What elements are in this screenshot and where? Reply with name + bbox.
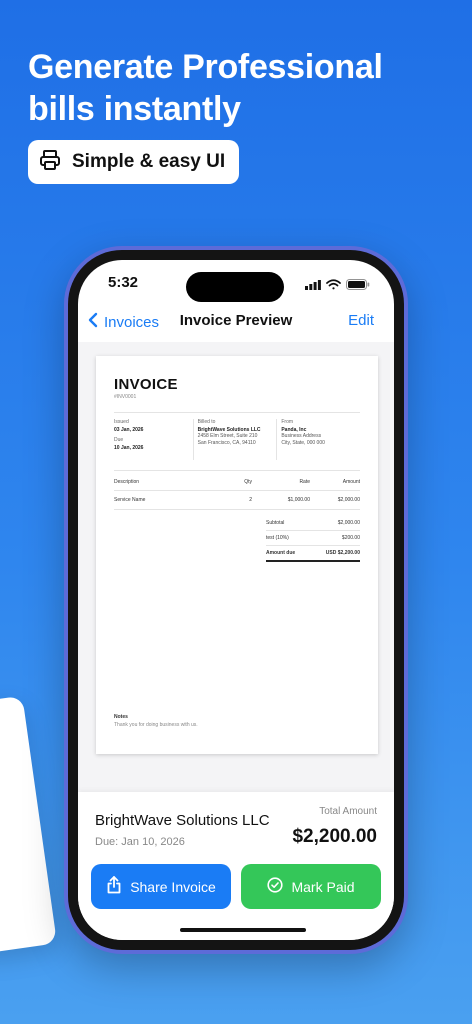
wifi-icon [326, 277, 341, 295]
items-header: Description Qty Rate Amount [114, 470, 360, 491]
feature-pill: Simple & easy UI [28, 140, 240, 184]
invoice-number: #INV0001 [114, 394, 137, 400]
navigation-bar: Invoices Invoice Preview Edit [78, 308, 394, 338]
col-qty: Qty [244, 479, 252, 485]
subtotal-value: $2,000.00 [337, 520, 360, 526]
battery-icon [346, 277, 370, 295]
decorative-card [0, 695, 58, 955]
client-name: BrightWave Solutions LLC [95, 812, 270, 829]
billed-to-address-2: San Francisco, CA, 94110 [197, 439, 256, 446]
item-description: Service Name [114, 497, 146, 503]
invoice-dates: Issued 03 Jan, 2026 Due 10 Jan, 2026 [114, 419, 193, 460]
invoice-document: INVOICE #INV0001 Issued 03 Jan, 2026 Due… [96, 356, 378, 754]
dynamic-island [186, 272, 284, 302]
col-rate: Rate [299, 479, 310, 485]
invoice-totals: Subtotal $2,000.00 test (10%) $200.00 Am… [266, 516, 360, 562]
amount-due-value: USD $2,200.00 [325, 550, 360, 556]
from-address-2: City, State, 000 000 [281, 439, 325, 446]
item-qty: 2 [249, 497, 252, 503]
due-label: Due [114, 437, 124, 443]
notes-label: Notes [114, 714, 128, 720]
item-rate: $1,000.00 [287, 497, 310, 503]
amount-due-label: Amount due [266, 550, 296, 556]
invoice-meta: Issued 03 Jan, 2026 Due 10 Jan, 2026 Bil… [114, 412, 360, 460]
billed-to-label: Billed to [197, 419, 216, 425]
mark-paid-button[interactable]: Mark Paid [241, 864, 381, 909]
total-amount: $2,200.00 [292, 826, 377, 847]
invoice-preview-area[interactable]: INVOICE #INV0001 Issued 03 Jan, 2026 Due… [78, 342, 394, 792]
invoice-summary-sheet: BrightWave Solutions LLC Due: Jan 10, 20… [78, 792, 394, 940]
tax-value: $200.00 [341, 535, 360, 541]
share-invoice-label: Share Invoice [130, 878, 216, 895]
check-circle-icon [267, 877, 284, 896]
invoice-notes: Notes Thank you for doing business with … [114, 714, 198, 728]
share-invoice-button[interactable]: Share Invoice [91, 864, 231, 909]
amount-due-row: Amount due USD $2,200.00 [266, 546, 360, 562]
phone-screen: 5:32 Invoices Invoice Preview Edit INVOI… [78, 260, 394, 940]
from-label: From [281, 419, 294, 425]
mark-paid-label: Mark Paid [291, 878, 355, 895]
edit-button[interactable]: Edit [348, 312, 374, 329]
tax-row: test (10%) $200.00 [266, 531, 360, 546]
home-indicator[interactable] [180, 928, 306, 932]
feature-pill-label: Simple & easy UI [72, 151, 226, 172]
share-icon [106, 876, 122, 897]
tax-label: test (10%) [266, 535, 289, 541]
item-amount: $2,000.00 [337, 497, 360, 503]
printer-icon [38, 148, 62, 177]
total-label: Total Amount [319, 806, 377, 817]
due-text: Due: Jan 10, 2026 [95, 836, 185, 848]
promo-headline: Generate Professional bills instantly [28, 48, 383, 128]
table-row: Service Name 2 $1,000.00 $2,000.00 [114, 491, 360, 510]
status-time: 5:32 [108, 274, 139, 291]
subtotal-label: Subtotal [266, 520, 285, 526]
due-date: 10 Jan, 2026 [114, 444, 144, 451]
phone-bezel: 5:32 Invoices Invoice Preview Edit INVOI… [68, 250, 404, 950]
invoice-title: INVOICE [114, 376, 178, 393]
status-icons [305, 277, 370, 295]
col-description: Description [114, 479, 140, 485]
notes-text: Thank you for doing business with us. [114, 722, 198, 728]
page-title: Invoice Preview [179, 312, 293, 329]
col-amount: Amount [342, 479, 360, 485]
from: From Panda, Inc Business Address City, S… [276, 419, 360, 460]
billed-to: Billed to BrightWave Solutions LLC 2458 … [192, 419, 277, 460]
cellular-signal-icon [305, 277, 321, 295]
phone-frame: 5:32 Invoices Invoice Preview Edit INVOI… [64, 246, 408, 954]
issued-date: 03 Jan, 2026 [114, 426, 144, 433]
subtotal-row: Subtotal $2,000.00 [266, 516, 360, 531]
issued-label: Issued [114, 419, 129, 425]
